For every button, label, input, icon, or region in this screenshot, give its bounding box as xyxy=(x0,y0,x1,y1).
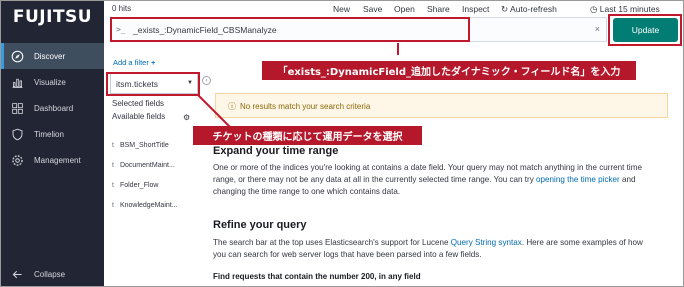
sidebar-item-label: Visualize xyxy=(34,77,66,87)
sidebar-item-label: Discover xyxy=(34,51,66,61)
refine-paragraph-line1: The search bar at the top uses Elasticse… xyxy=(213,237,678,249)
field-type-icon: t xyxy=(112,162,114,169)
bar-chart-icon xyxy=(10,75,24,89)
menu-open[interactable]: Open xyxy=(394,4,415,14)
sidebar-collapse-button[interactable]: Collapse xyxy=(1,261,104,287)
field-item[interactable]: t KnowledgeMaint... xyxy=(112,202,178,209)
find-requests-heading: Find requests that contain the number 20… xyxy=(213,272,421,281)
sidebar-item-dashboard[interactable]: Dashboard xyxy=(1,95,104,121)
field-item[interactable]: t Folder_Flow xyxy=(112,182,158,189)
dashboard-icon xyxy=(10,101,24,115)
field-item[interactable]: t DocumentMaint... xyxy=(112,162,175,169)
expand-paragraph-line2: range, or there may not be any data at a… xyxy=(213,174,678,186)
sidebar-item-timelion[interactable]: Timelion xyxy=(1,121,104,147)
sidebar-item-visualize[interactable]: Visualize xyxy=(1,69,104,95)
query-highlight-box xyxy=(110,17,470,42)
update-highlight-box xyxy=(608,14,682,46)
clear-icon[interactable]: × xyxy=(595,24,600,34)
expand-paragraph-line3: changing the time range to one which con… xyxy=(213,187,401,196)
add-filter-link[interactable]: Add a filter + xyxy=(113,58,155,67)
field-type-icon: t xyxy=(112,142,114,149)
sidebar-item-label: Timelion xyxy=(34,129,64,139)
sidebar-item-discover[interactable]: Discover xyxy=(1,43,104,69)
expand-paragraph-line1: One or more of the indices you're lookin… xyxy=(213,163,642,172)
refine-paragraph-line2: you can search for web server logs that … xyxy=(213,250,482,259)
help-icon: ⓘ xyxy=(228,102,236,111)
selected-fields-heading: Selected fields xyxy=(112,99,165,108)
expand-time-range-heading: Expand your time range xyxy=(213,145,339,157)
sidebar: FUJITSU Discover Visualize Dashboard Tim… xyxy=(1,1,104,286)
collapse-sidebar-icon[interactable]: ‹ xyxy=(202,76,211,85)
field-settings-gear-icon[interactable]: ⚙ xyxy=(183,113,190,122)
auto-refresh-button[interactable]: ↻ Auto-refresh xyxy=(501,4,557,15)
clock-icon: ◷ xyxy=(590,4,598,14)
expand-text: range, or there may not be any data at a… xyxy=(213,175,537,184)
no-results-callout: ⓘ No results match your search criteria xyxy=(215,93,668,118)
open-time-picker-link[interactable]: opening the time picker xyxy=(536,175,620,184)
shield-icon xyxy=(10,127,24,141)
sidebar-item-label: Management xyxy=(34,155,81,165)
field-type-icon: t xyxy=(112,182,114,189)
no-results-message: No results match your search criteria xyxy=(240,102,371,111)
field-item[interactable]: t BSM_ShortTitle xyxy=(112,142,169,149)
refine-query-heading: Refine your query xyxy=(213,219,307,231)
refine-text: . Here are some examples of how xyxy=(521,238,643,247)
field-name: KnowledgeMaint... xyxy=(119,202,178,209)
fujitsu-logo: FUJITSU xyxy=(12,7,93,27)
refine-text: The search bar at the top uses Elasticse… xyxy=(213,238,451,247)
menu-share[interactable]: Share xyxy=(427,4,450,14)
field-name: BSM_ShortTitle xyxy=(119,142,169,149)
plus-icon: + xyxy=(150,58,156,67)
compass-icon xyxy=(10,49,24,63)
field-name: DocumentMaint... xyxy=(119,162,175,169)
time-range-label: Last 15 minutes xyxy=(599,4,660,14)
query-annotation-banner: 「exists_:DynamicField_追加したダイナミック・フィールド名」… xyxy=(262,61,636,80)
field-type-icon: t xyxy=(112,202,114,209)
menu-save[interactable]: Save xyxy=(363,4,382,14)
index-highlight-box xyxy=(106,72,200,96)
menu-inspect[interactable]: Inspect xyxy=(462,4,489,14)
query-callout-line xyxy=(397,43,399,55)
gear-icon xyxy=(10,153,24,167)
refresh-icon: ↻ xyxy=(501,4,509,14)
expand-text: and xyxy=(619,175,636,184)
query-string-syntax-link[interactable]: Query String syntax xyxy=(451,238,522,247)
sidebar-item-management[interactable]: Management xyxy=(1,147,104,173)
menu-new[interactable]: New xyxy=(333,4,350,14)
index-annotation-banner: チケットの種類に応じて運用データを選択 xyxy=(193,126,422,145)
auto-refresh-label: Auto-refresh xyxy=(510,4,557,14)
sidebar-item-label: Dashboard xyxy=(34,103,74,113)
arrow-left-icon xyxy=(10,267,24,281)
collapse-label: Collapse xyxy=(34,269,66,279)
add-filter-label: Add a filter xyxy=(113,58,149,67)
field-name: Folder_Flow xyxy=(119,182,159,189)
hits-count: 0 hits xyxy=(112,4,132,13)
available-fields-heading: Available fields xyxy=(112,112,166,121)
